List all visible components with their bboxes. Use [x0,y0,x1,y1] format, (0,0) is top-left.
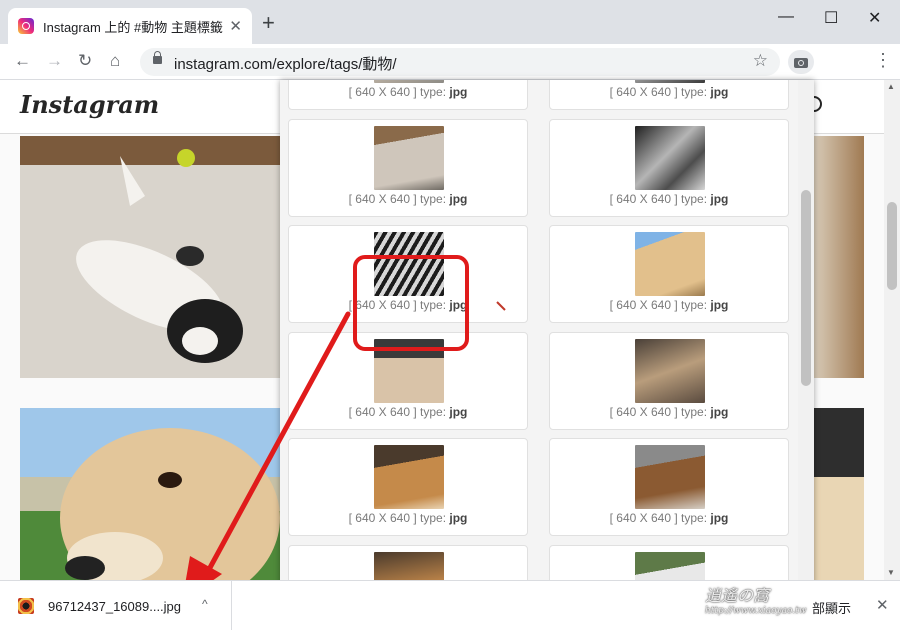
watermark-text: 逍遙の窩 [705,582,815,606]
download-item[interactable]: 96712437_16089....jpg ^ [0,581,232,630]
download-filename[interactable]: 96712437_16089....jpg [48,599,181,614]
annotation-arrow [0,0,900,630]
download-shelf-close-icon[interactable]: ✕ [876,596,889,614]
download-options-chevron-icon[interactable]: ^ [202,597,208,611]
screenshot: Instagram 上的 #動物 主題標籤 ✕ + — ☐ ✕ ← → ↻ ⌂ … [0,0,900,630]
watermark-url: http://www.xiaoyao.tw [705,606,815,616]
show-all-downloads-button[interactable]: 部顯示 [812,598,851,617]
image-file-icon [18,598,34,614]
site-watermark: 逍遙の窩 http://www.xiaoyao.tw [705,582,815,626]
